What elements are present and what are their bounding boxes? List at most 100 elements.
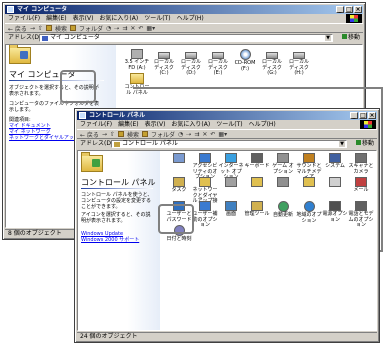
drive-item-f[interactable]: CD-ROM (F:) [232, 49, 258, 72]
drive-label: CD-ROM (F:) [234, 60, 256, 72]
maximize-button[interactable]: □ [345, 6, 353, 13]
search-icon[interactable] [118, 131, 124, 137]
highlight-network-dialup [158, 204, 194, 234]
computer-large-icon [9, 45, 31, 64]
move-to-icon[interactable]: ⇢ [114, 25, 119, 32]
address-bar: アドレス(D) コントロール パネル ▼ 移動 [77, 139, 377, 149]
views-icon[interactable]: ▦▾ [146, 25, 155, 32]
control-panel-window: コントロール パネル _ □ × ファイル(F) 編集(E) 表示(V) お気に… [74, 108, 380, 343]
chevron-down-icon[interactable]: ▼ [325, 35, 331, 41]
undo-icon[interactable]: ↶ [138, 25, 143, 32]
scanner-icon [355, 153, 367, 163]
forward-icon[interactable]: → [30, 25, 35, 32]
cp-item[interactable]: ゲーム オプション [270, 153, 296, 175]
link-windows-support[interactable]: Windows 2000 サポート [81, 237, 155, 243]
up-folder-icon[interactable]: ⇧ [38, 25, 43, 32]
delete-icon[interactable]: ✕ [130, 25, 135, 32]
cp-item[interactable] [270, 177, 296, 188]
drive-item-h[interactable]: ローカル ディスク (H:) [286, 49, 312, 77]
minimize-button[interactable]: _ [350, 112, 358, 119]
menu-favorites[interactable]: お気に入り(A) [99, 14, 138, 23]
cp-item[interactable]: システム [322, 153, 348, 170]
cp-item-label: 日付と時刻 [166, 236, 192, 242]
folders-button[interactable]: フォルダ [151, 130, 175, 139]
cp-item[interactable]: スキャナとカメラ [348, 153, 374, 175]
cp-item[interactable]: 電源オプション [322, 201, 348, 223]
panel-title: コントロール パネル [81, 178, 156, 187]
back-button[interactable]: ← 戻る [80, 130, 99, 139]
go-arrow-icon [355, 140, 361, 145]
back-button[interactable]: ← 戻る [8, 24, 27, 33]
menu-help[interactable]: ヘルプ(H) [177, 14, 204, 23]
folders-button[interactable]: フォルダ [79, 24, 103, 33]
drive-item-e[interactable]: ローカル ディスク (E:) [205, 49, 231, 77]
undo-icon[interactable]: ↶ [210, 131, 215, 138]
search-button[interactable]: 検索 [127, 130, 139, 139]
control-panel-titlebar[interactable]: コントロール パネル _ □ × [77, 111, 377, 120]
keyboard-icon [251, 153, 263, 163]
menu-help[interactable]: ヘルプ(H) [249, 120, 276, 129]
menu-tools[interactable]: ツール(T) [216, 120, 242, 129]
cp-item[interactable]: ユーザー補助のオプション [192, 201, 218, 229]
drive-label: ローカル ディスク (G:) [261, 59, 282, 76]
search-icon[interactable] [46, 25, 52, 31]
cp-item[interactable]: 管理ツール [244, 201, 270, 218]
menu-file[interactable]: ファイル(F) [80, 120, 112, 129]
cp-item-label: スキャナとカメラ [348, 163, 374, 175]
delete-icon[interactable]: ✕ [202, 131, 207, 138]
menu-edit[interactable]: 編集(E) [118, 120, 138, 129]
go-button[interactable]: 移動 [341, 34, 360, 42]
search-button[interactable]: 検索 [55, 24, 67, 33]
copy-to-icon[interactable]: ⇉ [194, 131, 199, 138]
drive-item-d[interactable]: ローカル ディスク (D:) [178, 49, 204, 77]
cp-item-label: 電話とモデムのオプション [348, 211, 374, 228]
chevron-down-icon[interactable]: ▼ [339, 141, 345, 147]
game-icon [277, 153, 289, 163]
menu-edit[interactable]: 編集(E) [46, 14, 66, 23]
history-icon[interactable]: ◔ [178, 131, 183, 138]
cp-item[interactable]: 自動更新 [270, 201, 296, 219]
panel-divider [81, 188, 153, 189]
cp-item-label: キーボード [244, 163, 270, 169]
copy-to-icon[interactable]: ⇉ [122, 25, 127, 32]
history-icon[interactable]: ◔ [106, 25, 111, 32]
folders-icon[interactable] [142, 131, 149, 137]
cp-item[interactable] [296, 177, 322, 188]
close-button[interactable]: × [354, 6, 362, 13]
drive-item-a[interactable]: 3.5 インチ FD (A:) [124, 49, 150, 71]
menu-file[interactable]: ファイル(F) [8, 14, 40, 23]
maximize-button[interactable]: □ [359, 112, 367, 119]
address-input[interactable]: マイ コンピュータ ▼ [39, 34, 333, 42]
menu-view[interactable]: 表示(V) [145, 120, 166, 129]
menu-tools[interactable]: ツール(T) [144, 14, 170, 23]
cp-item[interactable] [218, 177, 244, 188]
menu-favorites[interactable]: お気に入り(A) [171, 120, 210, 129]
status-bar: 24 個のオブジェクト [77, 332, 377, 340]
my-computer-titlebar[interactable]: マイ コンピュータ _ □ × [5, 5, 363, 14]
menu-view[interactable]: 表示(V) [73, 14, 94, 23]
cp-item[interactable]: 電話とモデムのオプション [348, 201, 374, 229]
cp-item[interactable]: メール [348, 177, 374, 194]
cp-item[interactable] [166, 153, 192, 164]
control-panel-item[interactable]: コントロール パネル [123, 73, 151, 96]
drive-item-c[interactable]: ローカル ディスク (C:) [151, 49, 177, 77]
go-button[interactable]: 移動 [355, 140, 374, 148]
cp-item-label: システム [325, 163, 345, 169]
update-icon [277, 201, 289, 212]
drive-item-g[interactable]: ローカル ディスク (G:) [259, 49, 285, 77]
cp-item[interactable]: キーボード [244, 153, 270, 170]
views-icon[interactable]: ▦▾ [218, 131, 227, 138]
address-input[interactable]: コントロール パネル ▼ [111, 140, 347, 148]
cp-item[interactable]: 画面 [218, 201, 244, 218]
up-folder-icon[interactable]: ⇧ [110, 131, 115, 138]
menu-bar: ファイル(F) 編集(E) 表示(V) お気に入り(A) ツール(T) ヘルプ(… [5, 14, 363, 23]
cp-item[interactable]: 地域のオプション [296, 201, 322, 224]
close-button[interactable]: × [368, 112, 376, 119]
cp-item[interactable] [322, 177, 348, 188]
forward-icon[interactable]: → [102, 131, 107, 138]
minimize-button[interactable]: _ [336, 6, 344, 13]
move-to-icon[interactable]: ⇢ [186, 131, 191, 138]
cp-item[interactable]: タスク [166, 177, 192, 194]
cp-item[interactable] [244, 177, 270, 188]
folders-icon[interactable] [70, 25, 77, 31]
